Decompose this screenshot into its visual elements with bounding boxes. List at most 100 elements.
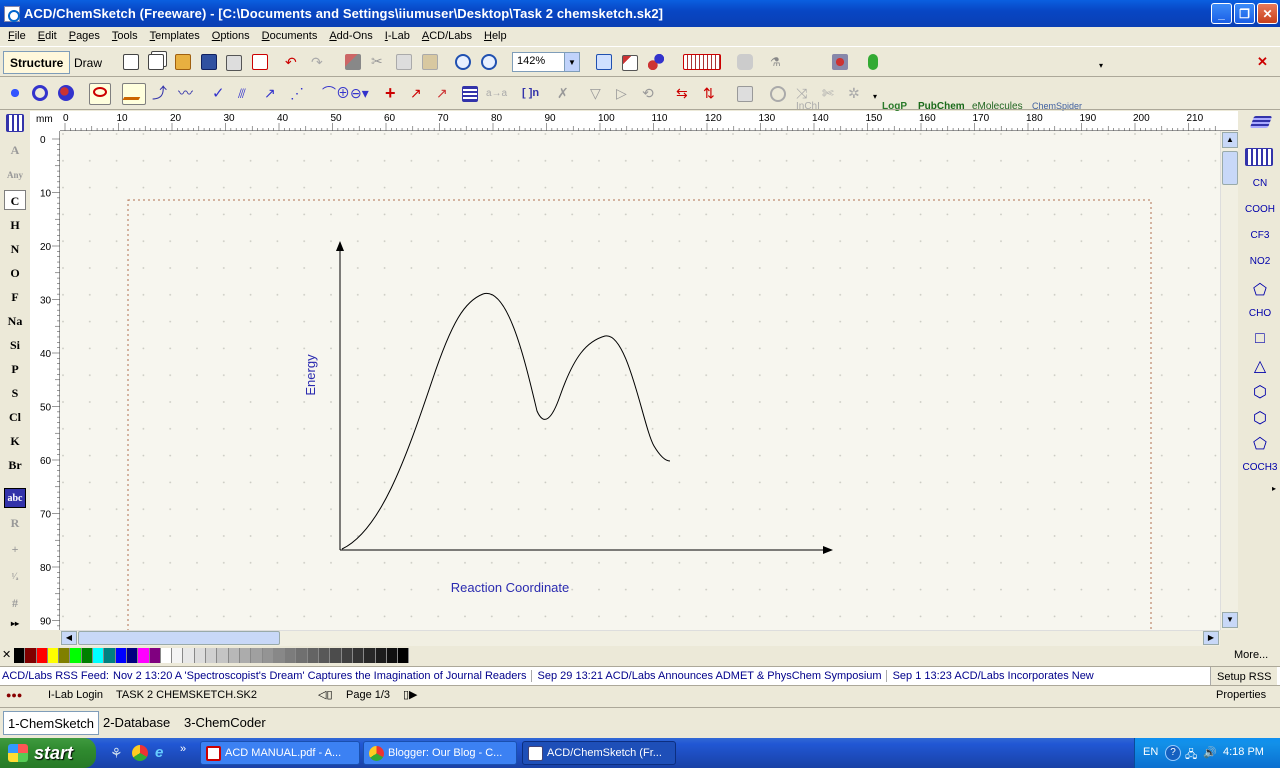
color-swatch[interactable] bbox=[14, 648, 26, 663]
structure-naming-icon[interactable]: ⚗ bbox=[770, 54, 786, 70]
color-swatch[interactable] bbox=[172, 648, 184, 663]
more-colors-button[interactable]: More... bbox=[1234, 649, 1268, 661]
vertical-scroll-thumb[interactable] bbox=[1222, 151, 1238, 185]
periodic-table-icon[interactable] bbox=[6, 114, 24, 132]
element-abc[interactable]: abc bbox=[4, 488, 26, 508]
minimize-button[interactable]: _ bbox=[1211, 3, 1232, 24]
element-h[interactable]: H bbox=[4, 215, 26, 235]
copy-icon[interactable] bbox=[396, 54, 412, 70]
element-hash[interactable]: # bbox=[4, 593, 26, 613]
close-button[interactable]: ✕ bbox=[1257, 3, 1278, 24]
cyclopentane-icon[interactable]: ⬠ bbox=[1240, 434, 1280, 454]
chevron-down-icon[interactable]: ▼ bbox=[564, 53, 579, 71]
eraser-icon[interactable] bbox=[345, 54, 361, 70]
setup-rss-button[interactable]: Setup RSS bbox=[1210, 667, 1278, 685]
toolbar-overflow-icon[interactable]: ▾ bbox=[1099, 61, 1115, 77]
flip-horizontal-icon[interactable]: ▷ bbox=[616, 86, 632, 102]
group-cooh[interactable]: COOH bbox=[1240, 204, 1280, 215]
scroll-right-icon[interactable]: ▶ bbox=[1203, 631, 1219, 645]
element-cl[interactable]: Cl bbox=[4, 407, 26, 427]
color-swatch[interactable] bbox=[194, 648, 207, 663]
rightbar-more-icon[interactable]: ▸ bbox=[1244, 484, 1276, 493]
group-coch3[interactable]: COCH3 bbox=[1240, 462, 1280, 473]
draw-continuous-icon[interactable]: 〰 bbox=[178, 86, 194, 102]
color-swatch[interactable] bbox=[262, 648, 274, 663]
volume-icon[interactable]: 🔊 bbox=[1203, 746, 1217, 759]
energy-label[interactable]: Energy bbox=[303, 354, 318, 396]
spectrum-icon[interactable] bbox=[683, 54, 721, 70]
lasso-select-icon[interactable] bbox=[89, 83, 111, 105]
scroll-down-icon[interactable]: ▼ bbox=[1222, 612, 1238, 628]
tab-database[interactable]: 2-Database bbox=[103, 715, 170, 730]
color-swatch[interactable] bbox=[59, 648, 71, 663]
color-swatch[interactable] bbox=[138, 648, 150, 663]
bond-wedge-icon[interactable]: ✓ bbox=[212, 86, 228, 102]
group-cn[interactable]: CN bbox=[1240, 178, 1280, 189]
task-chemsketch[interactable]: ACD/ChemSketch (Fr... bbox=[522, 741, 676, 765]
element-o[interactable]: O bbox=[4, 263, 26, 283]
color-swatch[interactable] bbox=[330, 648, 342, 663]
move-icon[interactable]: ⤨ bbox=[796, 86, 812, 102]
menu-edit[interactable]: Edit bbox=[32, 30, 63, 42]
menu-templates[interactable]: Templates bbox=[144, 30, 206, 42]
bond-dashed-icon[interactable]: ⋰ bbox=[290, 86, 306, 102]
radical-icon[interactable]: ⊖▾ bbox=[350, 86, 372, 102]
color-swatch[interactable] bbox=[352, 648, 365, 663]
color-swatch[interactable] bbox=[149, 648, 161, 663]
color-swatch[interactable] bbox=[183, 648, 195, 663]
template-icon[interactable]: ✲ bbox=[848, 86, 864, 102]
select-atom-icon[interactable] bbox=[8, 86, 22, 100]
leftbar-more-icon[interactable]: ▸▸ bbox=[4, 614, 26, 634]
ilab-login-button[interactable]: I-Lab Login bbox=[48, 689, 103, 701]
color-swatch[interactable] bbox=[25, 648, 37, 663]
app-icon[interactable] bbox=[4, 5, 20, 22]
color-swatch[interactable] bbox=[251, 648, 263, 663]
color-swatch[interactable] bbox=[285, 648, 297, 663]
horizontal-scroll-thumb[interactable] bbox=[78, 631, 280, 645]
color-swatch[interactable] bbox=[36, 648, 48, 663]
menu-i-lab[interactable]: I-Lab bbox=[379, 30, 416, 42]
color-swatch[interactable] bbox=[93, 648, 105, 663]
new-document-icon[interactable] bbox=[148, 54, 164, 70]
element-c[interactable]: C bbox=[4, 190, 26, 210]
cyclohexane-icon[interactable]: ⬡ bbox=[1240, 408, 1280, 428]
fit-to-window-icon[interactable] bbox=[596, 54, 612, 70]
drawing-canvas[interactable]: Energy Reaction Coordinate bbox=[60, 131, 1220, 641]
element-p[interactable]: P bbox=[4, 359, 26, 379]
color-swatch[interactable] bbox=[398, 648, 410, 663]
mirror-vertical-icon[interactable]: ⇅ bbox=[703, 86, 719, 102]
element-br[interactable]: Br bbox=[4, 455, 26, 475]
print-icon[interactable] bbox=[226, 55, 242, 71]
element-plus[interactable]: + bbox=[4, 539, 26, 559]
next-page-icon[interactable]: ▯▶ bbox=[403, 688, 418, 701]
vertical-scrollbar[interactable]: ▲ ▼ bbox=[1220, 131, 1238, 630]
toolbar2-overflow-icon[interactable]: ▾ bbox=[873, 92, 889, 108]
scroll-left-icon[interactable]: ◀ bbox=[61, 631, 77, 645]
cyclopropane-icon[interactable]: △ bbox=[1240, 356, 1280, 376]
color-swatch[interactable] bbox=[341, 648, 353, 663]
menu-acd-labs[interactable]: ACD/Labs bbox=[416, 30, 478, 42]
tab-chemcoder[interactable]: 3-ChemCoder bbox=[184, 715, 266, 730]
new-page-icon[interactable] bbox=[123, 54, 139, 70]
quick-launch-more-icon[interactable]: » bbox=[180, 743, 196, 759]
color-swatch[interactable] bbox=[217, 648, 229, 663]
no-color-icon[interactable]: ✕ bbox=[2, 649, 11, 662]
color-swatch[interactable] bbox=[126, 648, 139, 663]
3d-viewer-icon[interactable] bbox=[648, 54, 664, 70]
element-k[interactable]: K bbox=[4, 431, 26, 451]
scroll-up-icon[interactable]: ▲ bbox=[1222, 132, 1238, 148]
color-swatch[interactable] bbox=[375, 648, 387, 663]
color-swatch[interactable] bbox=[160, 648, 173, 663]
polymer-bracket-icon[interactable]: [ ]n bbox=[522, 86, 542, 102]
element-si[interactable]: Si bbox=[4, 335, 26, 355]
export-pdf-icon[interactable] bbox=[252, 54, 268, 70]
restore-button[interactable]: ❐ bbox=[1234, 3, 1255, 24]
paste-icon[interactable] bbox=[422, 54, 438, 70]
color-swatch[interactable] bbox=[115, 648, 127, 663]
refresh-icon[interactable] bbox=[770, 86, 786, 102]
element-f[interactable]: F bbox=[4, 287, 26, 307]
close-document-icon[interactable]: ✕ bbox=[1257, 55, 1273, 71]
menu-pages[interactable]: Pages bbox=[63, 30, 106, 42]
color-swatch[interactable] bbox=[364, 648, 376, 663]
color-swatch[interactable] bbox=[239, 648, 252, 663]
